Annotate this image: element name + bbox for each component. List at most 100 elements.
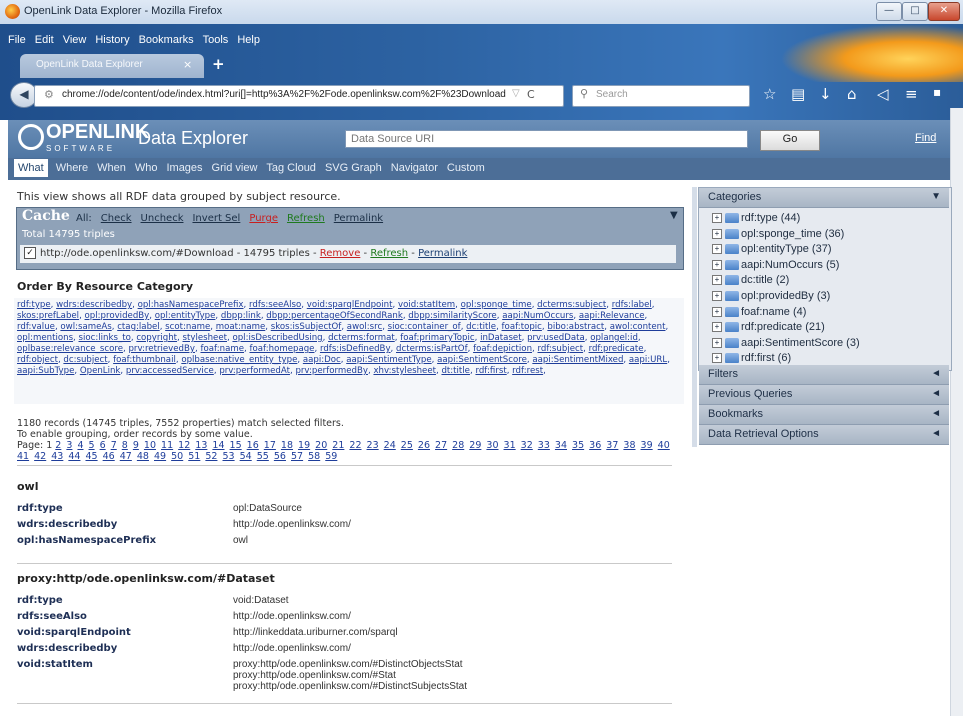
- page-link[interactable]: 53: [223, 451, 235, 462]
- order-link[interactable]: rdfs:isDefinedBy: [320, 344, 391, 354]
- order-link[interactable]: OpenLink: [80, 366, 121, 376]
- search-input[interactable]: Search: [596, 89, 628, 100]
- sidebar-splitter[interactable]: [692, 187, 697, 447]
- minimize-button[interactable]: —: [876, 2, 902, 21]
- close-window-button[interactable]: ✕: [928, 2, 960, 21]
- order-link[interactable]: sioc:container_of: [388, 322, 461, 332]
- page-link[interactable]: 42: [34, 451, 46, 462]
- page-link[interactable]: 58: [308, 451, 320, 462]
- page-link[interactable]: 56: [274, 451, 286, 462]
- tab-close-icon[interactable]: ×: [183, 58, 192, 71]
- page-link[interactable]: 26: [418, 440, 430, 451]
- order-link[interactable]: dcterms:isPartOf: [396, 344, 468, 354]
- cache-row-refresh-link[interactable]: Refresh: [370, 248, 408, 259]
- menu-help[interactable]: Help: [237, 34, 260, 46]
- page-link[interactable]: 44: [68, 451, 80, 462]
- order-link[interactable]: aapi:NumOccurs: [502, 311, 573, 321]
- property-value[interactable]: owl: [233, 535, 248, 546]
- order-link[interactable]: aapi:Doc: [303, 355, 341, 365]
- order-link[interactable]: dc:title: [466, 322, 496, 332]
- page-link[interactable]: 3: [66, 440, 72, 451]
- order-link[interactable]: void:statItem: [398, 300, 455, 310]
- order-link[interactable]: foaf:topic: [502, 322, 542, 332]
- order-link[interactable]: rdf:type: [17, 300, 51, 310]
- expand-icon[interactable]: +: [712, 353, 722, 364]
- category-item[interactable]: + aapi:SentimentScore (3): [712, 336, 860, 352]
- order-link[interactable]: oplbase:relevance_score: [17, 344, 123, 354]
- page-link[interactable]: 10: [144, 440, 156, 451]
- category-label[interactable]: dc:title (2): [741, 274, 789, 286]
- category-label[interactable]: opl:providedBy (3): [741, 290, 830, 302]
- order-link[interactable]: xhv:stylesheet: [373, 366, 436, 376]
- order-link[interactable]: rdf:value: [17, 322, 55, 332]
- page-link[interactable]: 12: [178, 440, 190, 451]
- go-button[interactable]: Go: [760, 130, 820, 151]
- identity-icon[interactable]: ⚙: [44, 88, 54, 101]
- property-name[interactable]: rdf:type: [17, 503, 233, 514]
- categories-header[interactable]: Categories ▼: [699, 188, 949, 208]
- category-label[interactable]: rdf:first (6): [741, 352, 791, 364]
- property-name[interactable]: void:sparqlEndpoint: [17, 627, 233, 638]
- property-value[interactable]: http://linkeddata.uriburner.com/sparql: [233, 627, 398, 638]
- page-link[interactable]: 5: [89, 440, 95, 451]
- expand-icon[interactable]: +: [712, 337, 722, 348]
- url-text[interactable]: chrome://ode/content/ode/index.html?uri[…: [62, 89, 506, 100]
- cache-row-permalink-link[interactable]: Permalink: [418, 248, 467, 259]
- order-link[interactable]: rdf:rest: [512, 366, 543, 376]
- menu-icon[interactable]: ≡: [905, 85, 918, 103]
- order-link[interactable]: opl:sponge_time: [461, 300, 532, 310]
- pocket-icon[interactable]: ◁: [877, 85, 889, 103]
- page-link[interactable]: 37: [606, 440, 618, 451]
- tab-grid-view[interactable]: Grid view: [212, 162, 258, 174]
- order-link[interactable]: awol:content: [610, 322, 666, 332]
- order-link[interactable]: dcterms:subject: [537, 300, 606, 310]
- property-value[interactable]: proxy:http/ode.openlinksw.com/#DistinctO…: [233, 659, 467, 670]
- page-link[interactable]: 14: [212, 440, 224, 451]
- order-link[interactable]: dc:subject: [63, 355, 107, 365]
- download-icon[interactable]: ↓: [819, 85, 832, 103]
- page-link[interactable]: 9: [133, 440, 139, 451]
- category-label[interactable]: rdf:predicate (21): [741, 321, 825, 333]
- order-link[interactable]: rdfs:seeAlso: [249, 300, 301, 310]
- page-link[interactable]: 36: [589, 440, 601, 451]
- order-link[interactable]: aapi:Relevance: [579, 311, 645, 321]
- order-link[interactable]: rdf:predicate: [589, 344, 644, 354]
- expand-icon[interactable]: +: [712, 259, 722, 270]
- page-link[interactable]: 29: [469, 440, 481, 451]
- page-link[interactable]: 4: [77, 440, 83, 451]
- cache-uncheck-link[interactable]: Uncheck: [141, 213, 184, 224]
- page-link[interactable]: 13: [195, 440, 207, 451]
- order-link[interactable]: bibo:abstract: [547, 322, 604, 332]
- expand-icon[interactable]: +: [712, 275, 722, 286]
- new-tab-button[interactable]: +: [212, 55, 225, 73]
- order-link[interactable]: moat:name: [216, 322, 266, 332]
- category-label[interactable]: opl:sponge_time (36): [741, 228, 844, 240]
- reload-icon[interactable]: C: [527, 88, 535, 101]
- page-link[interactable]: 38: [623, 440, 635, 451]
- page-link[interactable]: 20: [315, 440, 327, 451]
- page-link[interactable]: 28: [452, 440, 464, 451]
- order-link[interactable]: sioc:links_to: [79, 333, 131, 343]
- page-link[interactable]: 41: [17, 451, 29, 462]
- page-link[interactable]: 23: [367, 440, 379, 451]
- find-link[interactable]: Find: [915, 132, 936, 144]
- page-link[interactable]: 51: [188, 451, 200, 462]
- property-name[interactable]: wdrs:describedby: [17, 519, 233, 530]
- previous-queries-header[interactable]: Previous Queries ◄: [699, 385, 949, 405]
- page-link[interactable]: 34: [555, 440, 567, 451]
- home-icon[interactable]: ⌂: [847, 85, 857, 103]
- property-name[interactable]: opl:hasNamespacePrefix: [17, 535, 233, 546]
- order-link[interactable]: foaf:name: [200, 344, 244, 354]
- tab-images[interactable]: Images: [166, 162, 202, 174]
- category-item[interactable]: + opl:sponge_time (36): [712, 227, 860, 243]
- property-value[interactable]: proxy:http/ode.openlinksw.com/#Stat: [233, 670, 467, 681]
- order-link[interactable]: prv:accessedService: [126, 366, 214, 376]
- property-value[interactable]: opl:DataSource: [233, 503, 302, 514]
- page-link[interactable]: 2: [55, 440, 61, 451]
- category-item[interactable]: + dc:title (2): [712, 273, 860, 289]
- page-link[interactable]: 35: [572, 440, 584, 451]
- page-link[interactable]: 54: [240, 451, 252, 462]
- order-link[interactable]: scot:name: [165, 322, 210, 332]
- menu-file[interactable]: File: [8, 34, 26, 46]
- order-link[interactable]: dt:title: [441, 366, 470, 376]
